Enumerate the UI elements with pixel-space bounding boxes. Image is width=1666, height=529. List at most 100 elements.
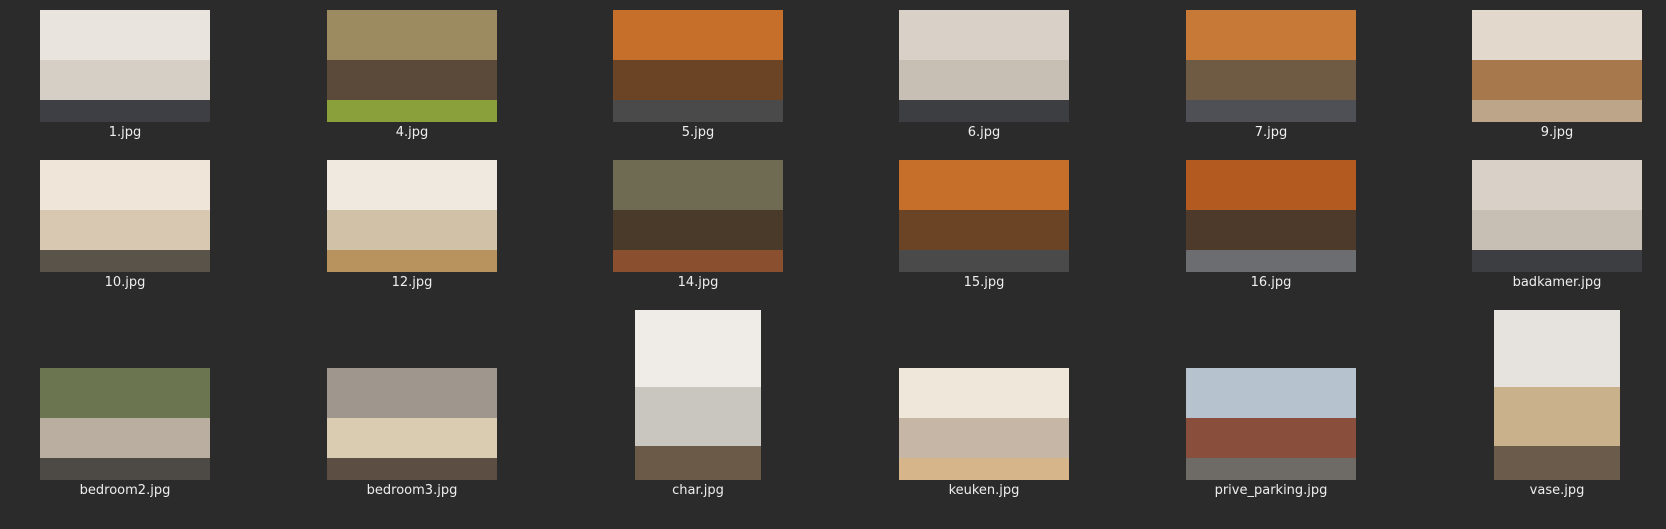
thumbnail-frame[interactable] [613, 10, 783, 122]
thumbnail-top-region [327, 10, 497, 61]
file-name: 10.jpg [104, 275, 146, 290]
file-tile[interactable]: 14.jpg [613, 160, 783, 290]
file-tile[interactable]: keuken.jpg [899, 310, 1069, 498]
thumbnail-mid-region [899, 418, 1069, 458]
image-thumbnail[interactable] [40, 368, 210, 480]
file-tile[interactable]: 10.jpg [40, 160, 210, 290]
image-thumbnail[interactable] [899, 10, 1069, 122]
thumbnail-top-region [635, 310, 761, 387]
image-thumbnail[interactable] [1472, 10, 1642, 122]
thumbnail-mid-region [899, 60, 1069, 100]
image-thumbnail[interactable] [327, 160, 497, 272]
file-tile[interactable]: bedroom3.jpg [327, 310, 497, 498]
thumbnail-mid-region [327, 60, 497, 100]
thumbnail-top-region [1186, 368, 1356, 419]
file-tile[interactable]: 12.jpg [327, 160, 497, 290]
image-thumbnail[interactable] [613, 10, 783, 122]
thumbnail-frame[interactable] [1186, 10, 1356, 122]
thumbnail-frame[interactable] [1186, 160, 1356, 272]
thumbnail-frame[interactable] [613, 160, 783, 272]
thumbnail-frame[interactable] [899, 310, 1069, 480]
file-name: 14.jpg [677, 275, 719, 290]
thumbnail-mid-region [327, 418, 497, 458]
thumbnail-mid-region [40, 210, 210, 250]
thumbnail-top-region [40, 368, 210, 419]
thumbnail-frame[interactable] [327, 10, 497, 122]
file-tile[interactable]: vase.jpg [1472, 310, 1642, 498]
image-thumbnail[interactable] [613, 160, 783, 272]
thumbnail-bottom-region [1472, 249, 1642, 272]
thumbnail-top-region [40, 10, 210, 61]
thumbnail-frame[interactable] [40, 160, 210, 272]
image-thumbnail[interactable] [1186, 160, 1356, 272]
thumbnail-frame[interactable] [1472, 310, 1642, 480]
thumbnail-frame[interactable] [1472, 10, 1642, 122]
image-thumbnail[interactable] [899, 368, 1069, 480]
image-thumbnail[interactable] [1494, 310, 1620, 480]
image-thumbnail[interactable] [1186, 368, 1356, 480]
thumbnail-frame[interactable] [613, 310, 783, 480]
thumbnail-top-region [327, 368, 497, 419]
thumbnail-bottom-region [613, 249, 783, 272]
file-name: 9.jpg [1540, 125, 1574, 140]
thumbnail-mid-region [327, 210, 497, 250]
thumbnail-mid-region [1472, 210, 1642, 250]
file-tile[interactable]: 16.jpg [1186, 160, 1356, 290]
thumbnail-mid-region [1186, 418, 1356, 458]
thumbnail-grid: 1.jpg 4.jpg 5.jpg 6.jpg 7.jpg 9.jpg 10.jpg 12.j… [0, 0, 1666, 529]
file-tile[interactable]: 4.jpg [327, 10, 497, 140]
file-tile[interactable]: prive_parking.jpg [1186, 310, 1356, 498]
thumbnail-bottom-region [40, 99, 210, 122]
image-thumbnail[interactable] [40, 10, 210, 122]
thumbnail-top-region [40, 160, 210, 211]
file-name: 15.jpg [963, 275, 1005, 290]
image-thumbnail[interactable] [40, 160, 210, 272]
thumbnail-bottom-region [327, 457, 497, 480]
file-tile[interactable]: 1.jpg [40, 10, 210, 140]
file-name: 16.jpg [1250, 275, 1292, 290]
thumbnail-top-region [1472, 10, 1642, 61]
thumbnail-bottom-region [40, 457, 210, 480]
thumbnail-bottom-region [327, 249, 497, 272]
thumbnail-bottom-region [1186, 99, 1356, 122]
thumbnail-bottom-region [635, 446, 761, 480]
thumbnail-bottom-region [40, 249, 210, 272]
file-name: 12.jpg [391, 275, 433, 290]
file-tile[interactable]: 9.jpg [1472, 10, 1642, 140]
thumbnail-frame[interactable] [40, 310, 210, 480]
file-name: 4.jpg [395, 125, 429, 140]
file-tile[interactable]: char.jpg [613, 310, 783, 498]
thumbnail-bottom-region [1186, 249, 1356, 272]
thumbnail-frame[interactable] [899, 10, 1069, 122]
thumbnail-frame[interactable] [327, 310, 497, 480]
file-tile[interactable]: 6.jpg [899, 10, 1069, 140]
image-thumbnail[interactable] [327, 10, 497, 122]
thumbnail-top-region [613, 10, 783, 61]
image-thumbnail[interactable] [899, 160, 1069, 272]
file-tile[interactable]: bedroom2.jpg [40, 310, 210, 498]
file-name: 5.jpg [681, 125, 715, 140]
thumbnail-mid-region [635, 386, 761, 446]
image-thumbnail[interactable] [327, 368, 497, 480]
file-tile[interactable]: 7.jpg [1186, 10, 1356, 140]
thumbnail-frame[interactable] [1472, 160, 1642, 272]
file-name: vase.jpg [1529, 483, 1585, 498]
thumbnail-top-region [899, 368, 1069, 419]
thumbnail-top-region [899, 10, 1069, 61]
thumbnail-frame[interactable] [40, 10, 210, 122]
thumbnail-mid-region [899, 210, 1069, 250]
thumbnail-bottom-region [1494, 446, 1620, 480]
file-tile[interactable]: badkamer.jpg [1472, 160, 1642, 290]
file-tile[interactable]: 15.jpg [899, 160, 1069, 290]
thumbnail-frame[interactable] [327, 160, 497, 272]
thumbnail-top-region [327, 160, 497, 211]
thumbnail-top-region [613, 160, 783, 211]
image-thumbnail[interactable] [1186, 10, 1356, 122]
image-thumbnail[interactable] [635, 310, 761, 480]
image-thumbnail[interactable] [1472, 160, 1642, 272]
thumbnail-frame[interactable] [899, 160, 1069, 272]
thumbnail-mid-region [40, 60, 210, 100]
file-name: char.jpg [672, 483, 724, 498]
thumbnail-frame[interactable] [1186, 310, 1356, 480]
file-tile[interactable]: 5.jpg [613, 10, 783, 140]
